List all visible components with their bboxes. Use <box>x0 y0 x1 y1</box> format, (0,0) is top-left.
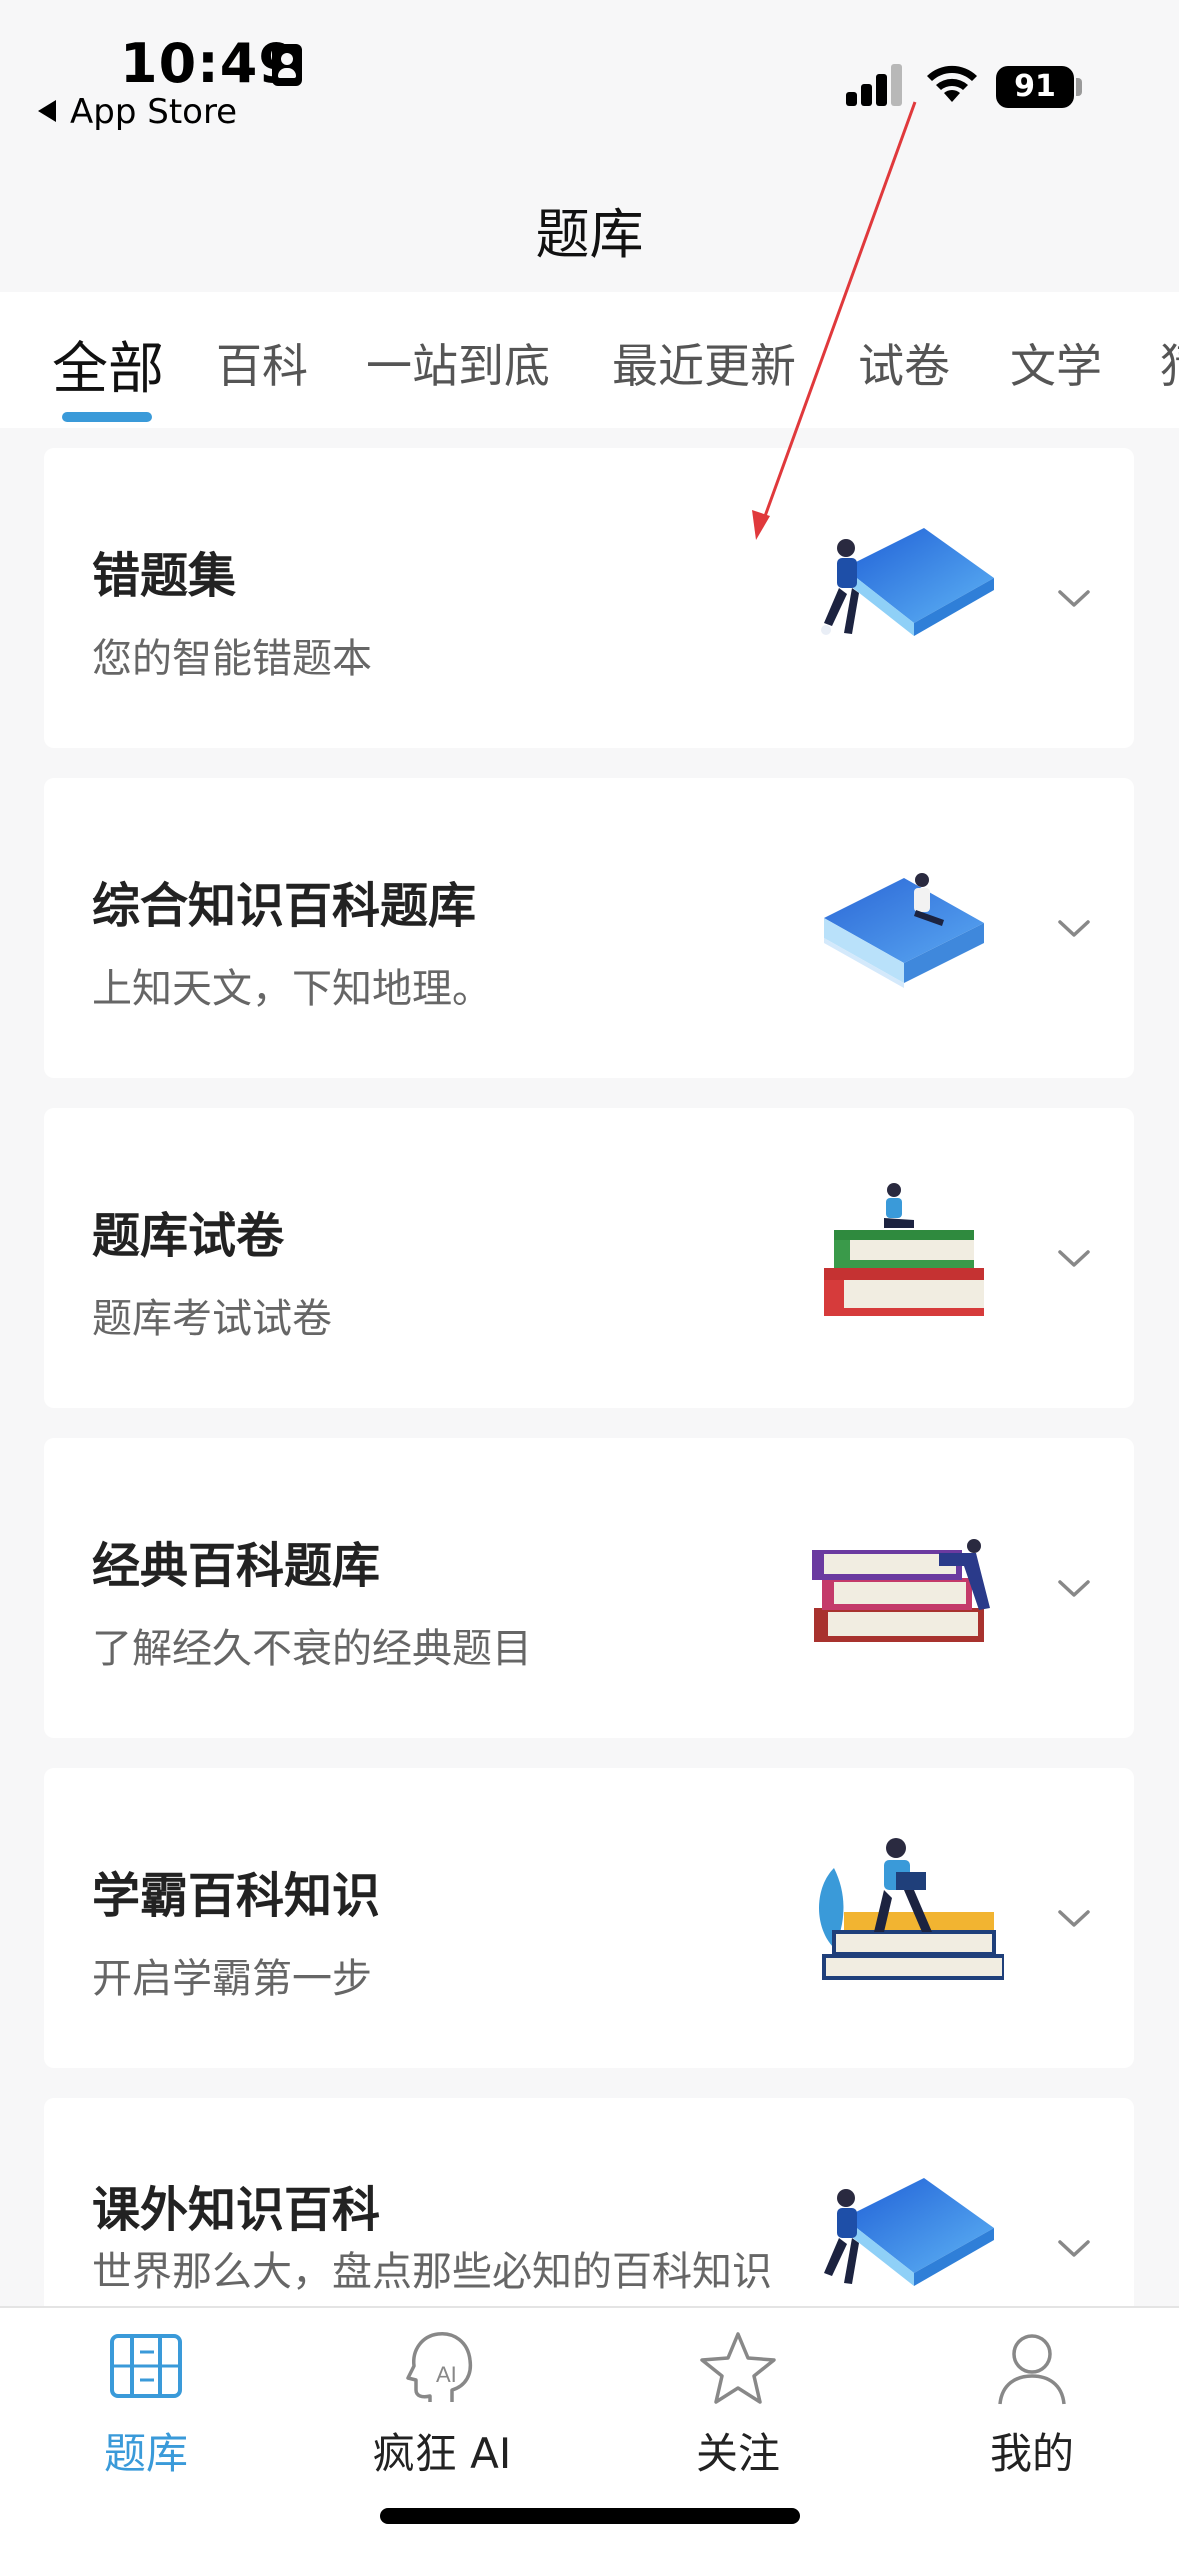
tabbar-item-follow[interactable]: 关注 <box>638 2326 838 2481</box>
card-title: 综合知识百科题库 <box>92 878 477 934</box>
back-app-label: App Store <box>70 92 238 132</box>
tabbar-label: 题库 <box>103 2429 188 2478</box>
card-title: 错题集 <box>92 548 237 604</box>
wifi-icon <box>927 65 977 102</box>
chevron-down-icon[interactable] <box>1054 2228 1094 2268</box>
card-title: 学霸百科知识 <box>92 1868 381 1924</box>
category-card-exam-papers[interactable]: 题库试卷 题库考试试卷 <box>44 1108 1134 1408</box>
user-icon <box>998 2334 1066 2405</box>
tab-recent-updates[interactable]: 最近更新 <box>612 330 796 396</box>
person-with-laptop-on-books-illustration <box>819 1838 1004 1980</box>
book-icon <box>110 2334 182 2398</box>
home-indicator <box>380 2508 800 2524</box>
card-subtitle: 了解经久不衰的经典题目 <box>92 1626 532 1672</box>
page-title: 题库 <box>535 203 644 266</box>
tab-literature[interactable]: 文学 <box>1010 330 1102 396</box>
active-tab-indicator <box>62 412 152 422</box>
contact-card-icon <box>272 44 302 86</box>
person-reading-on-books-illustration <box>824 1183 984 1316</box>
status-time: 10:49 <box>120 32 297 95</box>
person-sitting-on-book-illustration <box>821 528 994 636</box>
back-triangle-icon <box>38 100 56 122</box>
tabbar-label: 疯狂 AI <box>372 2429 512 2478</box>
chevron-down-icon[interactable] <box>1054 578 1094 618</box>
tabbar-item-question-bank[interactable]: 题库 <box>46 2326 246 2481</box>
battery-cap <box>1076 78 1082 96</box>
tab-exam-papers[interactable]: 试卷 <box>858 330 950 396</box>
card-subtitle: 世界那么大，盘点那些必知的百科知识 <box>92 2249 772 2295</box>
card-subtitle: 上知天文，下知地理。 <box>92 966 492 1012</box>
tab-encyclopedia[interactable]: 百科 <box>216 330 308 396</box>
tabbar-label: 我的 <box>989 2429 1074 2478</box>
card-subtitle: 题库考试试卷 <box>92 1296 332 1342</box>
chevron-down-icon[interactable] <box>1054 1898 1094 1938</box>
card-title: 课外知识百科 <box>92 2182 381 2238</box>
tabbar-item-crazy-ai[interactable]: AI 疯狂 AI <box>342 2326 542 2481</box>
tab-one-stop[interactable]: 一站到底 <box>366 330 550 396</box>
person-on-book-stack-illustration <box>824 873 984 988</box>
ai-head-icon: AI <box>406 2332 473 2402</box>
chevron-down-icon[interactable] <box>1054 908 1094 948</box>
card-title: 经典百科题库 <box>92 1538 381 1594</box>
card-title: 题库试卷 <box>92 1208 285 1264</box>
category-card-classic-encyclopedia[interactable]: 经典百科题库 了解经久不衰的经典题目 <box>44 1438 1134 1738</box>
category-card-top-student[interactable]: 学霸百科知识 开启学霸第一步 <box>44 1768 1134 2068</box>
battery-icon: 91 <box>996 66 1074 108</box>
card-subtitle: 您的智能错题本 <box>92 636 372 682</box>
status-bar: 10:49 App Store 91 <box>0 0 1179 160</box>
star-icon <box>700 2332 776 2404</box>
tab-all[interactable]: 全部 <box>52 324 164 405</box>
svg-text:AI: AI <box>436 2362 457 2387</box>
chevron-down-icon[interactable] <box>1054 1238 1094 1278</box>
tabbar-item-mine[interactable]: 我的 <box>932 2326 1132 2481</box>
category-tabs: 全部 百科 一站到底 最近更新 试卷 文学 猜 <box>0 292 1179 428</box>
person-lying-on-books-illustration <box>812 1539 990 1642</box>
category-card-wrong-questions[interactable]: 错题集 您的智能错题本 <box>44 448 1134 748</box>
back-to-app-store-link[interactable]: App Store <box>38 92 237 132</box>
tabbar-label: 关注 <box>695 2429 780 2478</box>
cellular-signal-icon <box>846 62 902 106</box>
category-card-general-knowledge[interactable]: 综合知识百科题库 上知天文，下知地理。 <box>44 778 1134 1078</box>
chevron-down-icon[interactable] <box>1054 1568 1094 1608</box>
card-subtitle: 开启学霸第一步 <box>92 1956 372 2002</box>
tab-guess[interactable]: 猜 <box>1160 330 1179 396</box>
